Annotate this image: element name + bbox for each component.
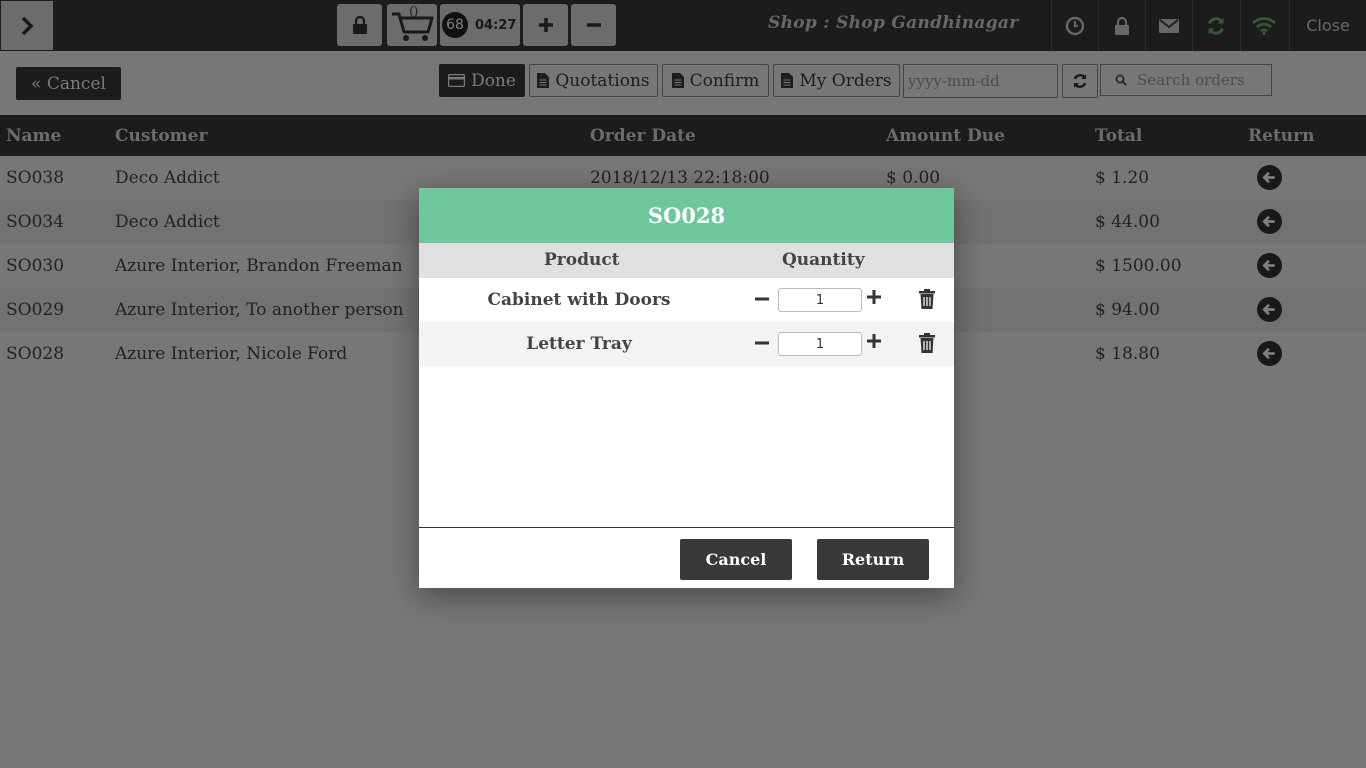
increase-quantity-icon[interactable] [867,334,881,348]
order-line: Letter Tray [419,322,954,366]
modal-cancel-button[interactable]: Cancel [680,539,792,580]
line-quantity-input[interactable] [778,288,862,312]
col-header-product: Product [544,250,620,270]
line-product-name: Cabinet with Doors [487,290,671,310]
modal-footer: Cancel Return [419,527,954,588]
trash-icon[interactable] [919,333,935,353]
order-line: Cabinet with Doors [419,278,954,322]
decrease-quantity-icon[interactable] [755,335,769,351]
modal-title: SO028 [419,188,954,243]
modal-table-header: Product Quantity [419,243,954,278]
decrease-quantity-icon[interactable] [755,291,769,307]
line-product-name: Letter Tray [526,334,632,354]
trash-icon[interactable] [919,289,935,309]
increase-quantity-icon[interactable] [867,290,881,304]
line-quantity-input[interactable] [778,332,862,356]
col-header-quantity: Quantity [782,250,865,270]
return-order-modal: SO028 Product Quantity Cabinet with Door… [419,188,954,588]
modal-return-button[interactable]: Return [817,539,929,580]
